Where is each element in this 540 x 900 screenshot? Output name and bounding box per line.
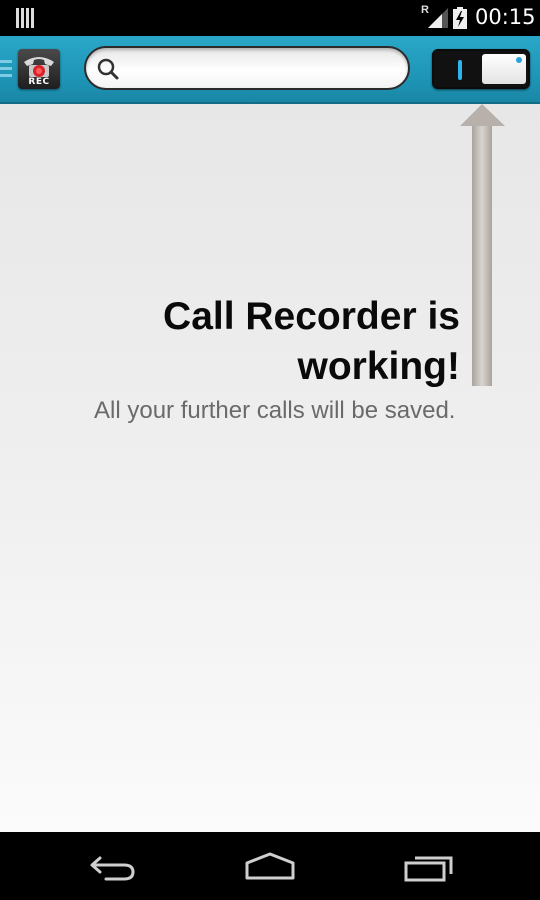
battery-charging-icon — [453, 7, 467, 29]
notification-bars-icon — [16, 8, 34, 28]
app-logo-label: REC — [28, 77, 50, 87]
app-logo[interactable]: REC — [18, 49, 60, 89]
main-content: Call Recorder is working! All your furth… — [0, 104, 540, 832]
phone-record-icon — [24, 57, 54, 77]
recent-apps-icon[interactable] — [403, 852, 453, 882]
back-icon[interactable] — [88, 852, 138, 882]
recording-toggle[interactable] — [432, 49, 530, 89]
search-icon — [97, 58, 119, 80]
toggle-dot — [516, 57, 522, 63]
status-bar: R 00:15 — [0, 0, 540, 36]
arrow-up-icon — [460, 104, 505, 386]
status-headline: Call Recorder is working! — [40, 292, 460, 392]
headline-line-1: Call Recorder is — [163, 295, 460, 338]
home-icon[interactable] — [243, 851, 297, 881]
search-box[interactable] — [84, 46, 410, 90]
search-input[interactable] — [126, 54, 400, 84]
toggle-on-indicator — [458, 60, 462, 80]
drawer-menu-icon[interactable] — [0, 58, 14, 78]
navigation-bar — [0, 832, 540, 900]
status-subtext: All your further calls will be saved. — [94, 397, 456, 424]
headline-line-2: working! — [297, 345, 461, 388]
signal-icon — [428, 8, 448, 28]
status-time: 00:15 — [475, 5, 536, 29]
app-bar: REC — [0, 36, 540, 104]
toggle-knob[interactable] — [482, 54, 526, 84]
